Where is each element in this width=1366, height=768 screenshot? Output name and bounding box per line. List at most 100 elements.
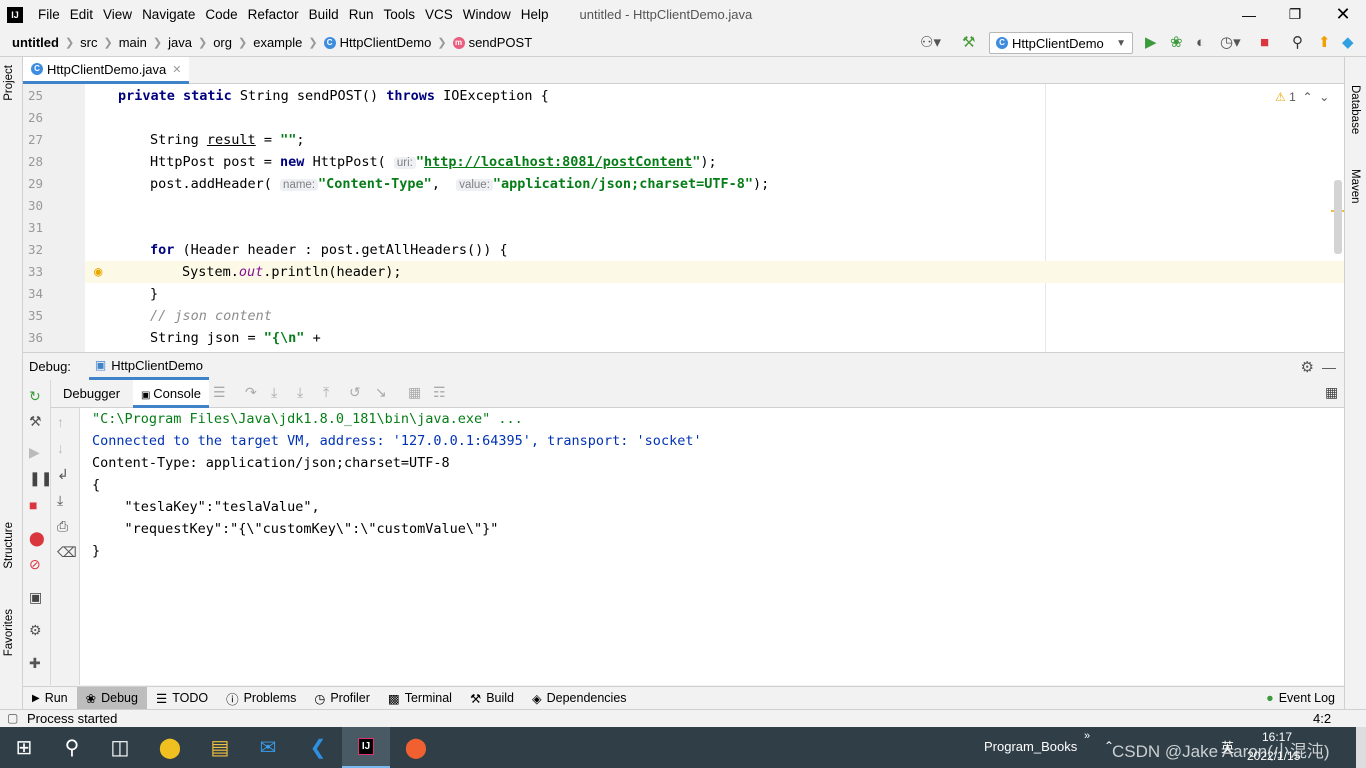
mail-icon[interactable]: ✉ [244, 727, 292, 768]
breadcrumb-example[interactable]: example [253, 35, 302, 50]
tab-debugger[interactable]: Debugger [63, 386, 120, 401]
intention-bulb-icon[interactable]: ◉ [94, 261, 102, 283]
evaluate-icon[interactable]: ▦ [408, 384, 421, 401]
tool-tab-todo[interactable]: ☰ TODO [147, 687, 217, 710]
stop-icon[interactable]: ■ [29, 497, 37, 513]
chevron-icon[interactable]: » [1084, 730, 1090, 742]
breadcrumb-class[interactable]: C HttpClientDemo [323, 35, 431, 50]
soft-wrap-icon[interactable]: ↲ [57, 466, 69, 482]
menu-code[interactable]: Code [200, 0, 242, 29]
up-arrow-icon[interactable]: ↑ [57, 414, 64, 430]
console-output[interactable]: "C:\Program Files\Java\jdk1.8.0_181\bin\… [80, 408, 1344, 685]
debug-session-tab[interactable]: ▣ HttpClientDemo [88, 353, 210, 380]
coverage-icon[interactable]: ◐ [1196, 33, 1205, 53]
run-to-cursor-icon[interactable]: ↘ [375, 384, 387, 401]
tool-tab-dependencies[interactable]: ◈ Dependencies [523, 687, 636, 710]
clock-time[interactable]: 16:17 [1262, 730, 1292, 744]
step-over-icon[interactable]: ↷ [245, 384, 257, 401]
restore-button[interactable]: ❐ [1272, 0, 1318, 29]
tool-tab-build[interactable]: ⚒ Build [461, 687, 523, 710]
chrome-icon[interactable]: ⬤ [146, 727, 194, 768]
pause-icon[interactable]: ❚❚ [29, 470, 52, 486]
menu-edit[interactable]: Edit [65, 0, 98, 29]
force-step-into-icon[interactable]: ⤓ [297, 384, 303, 401]
breadcrumb-org[interactable]: org [213, 35, 232, 50]
postman-icon[interactable]: ⬤ [392, 727, 440, 768]
menu-file[interactable]: File [33, 0, 65, 29]
menu-vcs[interactable]: VCS [420, 0, 458, 29]
scroll-to-end-icon[interactable]: ⤓ [57, 492, 63, 508]
menu-help[interactable]: Help [516, 0, 554, 29]
pin-icon[interactable]: ✚ [29, 655, 41, 671]
resume-icon[interactable]: ▶ [29, 444, 40, 460]
menu-tools[interactable]: Tools [378, 0, 420, 29]
down-arrow-icon[interactable]: ↓ [57, 440, 64, 456]
debug-bug-icon[interactable]: ❀ [1170, 33, 1183, 53]
tool-tab-debug[interactable]: ❀ Debug [76, 686, 147, 710]
modify-config-icon[interactable]: ⚒ [29, 413, 42, 429]
stop-icon[interactable]: ■ [1260, 33, 1269, 53]
favorites-tool-button[interactable]: Favorites [3, 609, 15, 656]
toolbox-icon[interactable]: ◆ [1342, 33, 1354, 53]
database-tool-button[interactable]: Database [1349, 85, 1361, 134]
close-window-button[interactable]: ✕ [1320, 0, 1366, 29]
breadcrumb-java[interactable]: java [168, 35, 192, 50]
close-tab-icon[interactable]: ✕ [172, 63, 181, 76]
settings-gear-icon[interactable]: ⚙ [29, 622, 42, 638]
tool-tab-terminal[interactable]: ▩ Terminal [379, 687, 461, 710]
menu-view[interactable]: View [98, 0, 137, 29]
code-editor[interactable]: ⚠ 1 ⌃ ⌄ 25 private static String sendPOST… [23, 84, 1344, 352]
task-view-icon[interactable]: ◫ [96, 727, 144, 768]
menu-run[interactable]: Run [344, 0, 379, 29]
layout-icon[interactable]: ▦ [1325, 384, 1338, 401]
maven-tool-button[interactable]: Maven [1349, 169, 1361, 204]
menu-navigate[interactable]: Navigate [137, 0, 200, 29]
tool-tab-run[interactable]: ▶ Run [23, 687, 77, 710]
hide-icon[interactable]: — [1322, 359, 1336, 375]
search-icon[interactable]: ⚲ [1292, 33, 1303, 53]
editor-scrollbar[interactable] [1334, 180, 1342, 254]
trace-icon[interactable]: ☶ [433, 384, 446, 401]
tool-tab-profiler[interactable]: ◷ Profiler [305, 687, 379, 710]
caret-position[interactable]: 4:2 [1313, 711, 1331, 726]
menu-window[interactable]: Window [458, 0, 516, 29]
breadcrumb-project[interactable]: untitled [12, 35, 59, 50]
drop-frame-icon[interactable]: ↺ [349, 384, 361, 401]
clock-date[interactable]: 2022/1/15 [1247, 749, 1300, 763]
tab-console[interactable]: ▣ Console [133, 380, 209, 408]
editor-tab-httpclientdemo[interactable]: C HttpClientDemo.java ✕ [23, 57, 190, 84]
intellij-icon[interactable]: IJ [342, 727, 390, 768]
settings-gear-icon[interactable]: ⚙ [1301, 358, 1314, 376]
menu-lines-icon[interactable]: ☰ [213, 384, 226, 401]
toolbar-label[interactable]: Program_Books [984, 739, 1077, 754]
step-out-icon[interactable]: ⤒ [323, 384, 329, 401]
mute-breakpoints-icon[interactable]: ⊘ [29, 556, 41, 572]
user-icon[interactable]: ⚇▾ [920, 33, 941, 53]
structure-tool-button[interactable]: Structure [3, 522, 15, 569]
run-configuration-select[interactable]: C HttpClientDemo ▼ [989, 32, 1133, 54]
view-breakpoints-icon[interactable]: ⬤ [29, 530, 45, 546]
build-hammer-icon[interactable]: ⚒ [962, 33, 975, 53]
menu-refactor[interactable]: Refactor [243, 0, 304, 29]
breadcrumb-method[interactable]: m sendPOST [452, 35, 532, 50]
project-tool-button[interactable]: Project [3, 65, 15, 101]
breadcrumb-main[interactable]: main [119, 35, 147, 50]
run-icon[interactable]: ▶ [1145, 33, 1157, 53]
profile-icon[interactable]: ◷▾ [1220, 33, 1241, 53]
url-link[interactable]: http://localhost:8081/postContent [424, 154, 692, 170]
breadcrumb-src[interactable]: src [80, 35, 97, 50]
update-icon[interactable]: ⬆ [1318, 33, 1331, 53]
status-square-icon[interactable]: ▢ [7, 711, 18, 725]
step-into-icon[interactable]: ⤓ [271, 384, 277, 401]
search-icon[interactable]: ⚲ [48, 727, 96, 768]
trash-icon[interactable]: ⌫ [57, 544, 77, 560]
ime-indicator[interactable]: 英 [1221, 737, 1234, 756]
menu-build[interactable]: Build [304, 0, 344, 29]
print-icon[interactable]: ⎙ [57, 518, 68, 534]
tool-tab-problems[interactable]: ⓘ Problems [217, 687, 305, 710]
rerun-icon[interactable]: ↻ [29, 388, 41, 404]
minimize-button[interactable]: — [1226, 0, 1272, 29]
show-desktop-button[interactable] [1356, 727, 1366, 768]
windows-start-icon[interactable]: ⊞ [0, 727, 48, 768]
tool-tab-event-log[interactable]: ● Event Log [1257, 687, 1344, 710]
